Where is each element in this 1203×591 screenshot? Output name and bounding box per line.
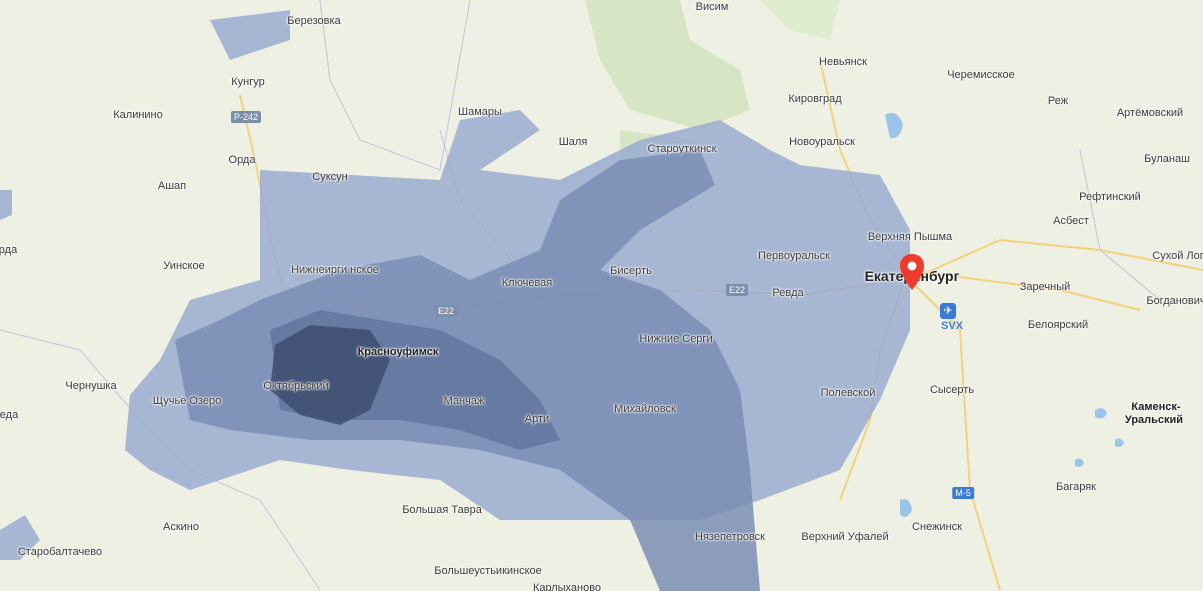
road-shield: E22 [434,305,458,317]
location-pin-icon[interactable] [900,254,924,290]
town-label: Старобалтачево [17,546,103,558]
town-label: Заречный [1019,281,1071,293]
town-label: Орда [228,154,256,166]
town-label: Рефтинский [1079,191,1141,203]
town-label: Верхний Уфалей [801,531,889,543]
town-label: Шамары [458,106,502,118]
road-shield: E22 [725,284,749,296]
town-label: Первоуральск [758,250,830,262]
town-label: Нязепетровск [695,531,765,543]
town-label: Березовка [287,15,341,27]
town-label: Ревда [772,287,804,299]
town-label: Большая Тавра [402,504,482,516]
precipitation-light [0,190,12,220]
town-label: Карлыханово [532,582,602,591]
town-label: Михайловск [614,403,676,415]
town-label: Ключевая [501,277,553,289]
town-label: Буланаш [1144,153,1190,165]
town-label: еда [0,409,19,421]
town-label: рда [0,244,18,256]
town-label: Полевской [820,387,876,399]
town-label: Уинское [163,260,205,272]
town-label: Калинино [113,109,163,121]
town-label: Уральский [1124,414,1184,426]
airport-code: SVX [941,320,964,332]
town-label: Чернушка [65,380,117,392]
map-base-layer [0,0,1203,591]
town-label: Кунгур [231,76,265,88]
town-label: Щучье Озеро [152,395,222,407]
town-label: Бисерть [610,265,652,277]
town-label: Черемисское [947,69,1015,81]
town-label: Невьянск [819,56,867,68]
town-label: Сысерть [929,384,975,396]
road-shield: P-242 [230,111,262,123]
road-shield: M-5 [952,487,974,499]
town-label: Нижнеирги нское [291,264,379,276]
town-label: Кировград [788,93,842,105]
town-label: Красноуфимск [357,346,439,358]
town-label: Висим [695,1,729,13]
town-label: Нижние Серги [639,333,713,345]
town-label: Манчаж [443,395,485,407]
town-label: Каменск- [1131,401,1181,413]
town-label: Староуткинск [647,143,717,155]
town-label: Суксун [312,171,348,183]
town-label: Новоуральск [789,136,855,148]
precipitation-map[interactable]: Березовка Висим Кунгур Невьянск Черемисс… [0,0,1203,591]
town-label: Асбест [1053,215,1089,227]
town-label: Ашап [157,180,187,192]
town-label: Шаля [558,136,588,148]
town-label: Арти [524,413,550,425]
town-label: Верхняя Пышма [867,231,953,243]
airplane-icon[interactable]: ✈ [940,303,956,319]
town-label: Сухой Лог [1152,250,1203,262]
town-label: Снежинск [912,521,962,533]
town-label: Реж [1047,95,1069,107]
town-label: Белоярский [1027,319,1089,331]
town-label: Большеустьикинское [434,565,542,577]
town-label: Багаряк [1056,481,1096,493]
town-label: Артёмовский [1116,107,1184,119]
town-label: Октябрьский [263,380,329,392]
town-label: Аскино [163,521,199,533]
town-label: Богданович [1146,295,1203,307]
